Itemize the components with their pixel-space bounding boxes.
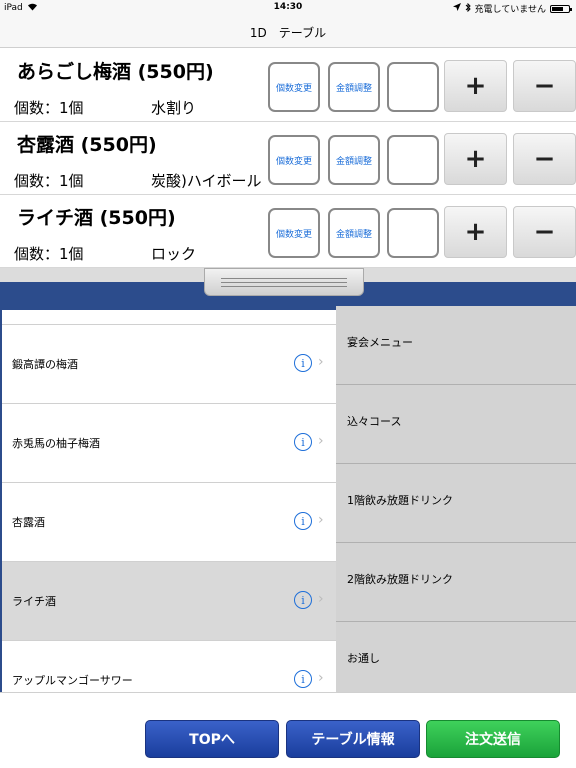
info-icon[interactable]: i	[294, 591, 312, 609]
page-title: 1D テーブル	[249, 26, 327, 40]
menu-panel: 鍛高譚の梅酒 i › 赤兎馬の柚子梅酒 i › 杏露酒 i › ライチ酒 i ›…	[0, 306, 576, 701]
handle-grip-line	[221, 282, 347, 283]
list-item[interactable]	[2, 310, 336, 325]
charging-status: 充電していません	[474, 5, 546, 15]
order-item-name: ライチ酒 (550円)	[17, 207, 176, 229]
adjust-price-button[interactable]: 金額調整	[328, 62, 380, 112]
top-button[interactable]: TOPへ	[145, 720, 279, 758]
list-item[interactable]: アップルマンゴーサワー i ›	[2, 641, 336, 692]
category-item[interactable]: 宴会メニュー	[336, 306, 576, 385]
info-icon[interactable]: i	[294, 433, 312, 451]
order-row: 杏露酒 (550円) 個数：1個 炭酸)ハイボール 個数変更 金額調整 + −	[0, 122, 576, 195]
plus-button[interactable]: +	[444, 133, 507, 185]
category-label: 宴会メニュー	[347, 336, 413, 349]
order-row: あらごし梅酒 (550円) 個数：1個 水割り 個数変更 金額調整 + −	[0, 49, 576, 122]
location-icon	[452, 3, 461, 14]
plus-button[interactable]: +	[444, 60, 507, 112]
battery-icon	[550, 4, 572, 13]
item-label: 杏露酒	[12, 516, 45, 529]
status-right: 充電していません	[452, 2, 572, 15]
blank-button[interactable]	[387, 208, 439, 258]
minus-button[interactable]: −	[513, 206, 576, 258]
handle-grip-line	[221, 278, 347, 279]
order-row: ライチ酒 (550円) 個数：1個 ロック 個数変更 金額調整 + −	[0, 195, 576, 268]
blank-button[interactable]	[387, 62, 439, 112]
send-order-button[interactable]: 注文送信	[426, 720, 560, 758]
plus-button[interactable]: +	[444, 206, 507, 258]
category-list[interactable]: 宴会メニュー 込々コース 1階飲み放題ドリンク 2階飲み放題ドリンク お通し	[336, 306, 576, 701]
bottom-toolbar: TOPへ テーブル情報 注文送信	[0, 692, 576, 768]
info-icon[interactable]: i	[294, 512, 312, 530]
chevron-right-icon: ›	[318, 591, 324, 607]
order-quantity: 個数：1個	[14, 245, 84, 263]
order-item-name: あらごし梅酒 (550円)	[17, 61, 214, 83]
category-item[interactable]: 込々コース	[336, 385, 576, 464]
order-serving-style: 水割り	[151, 99, 197, 117]
category-label: 込々コース	[347, 415, 402, 428]
list-item-selected[interactable]: ライチ酒 i ›	[2, 562, 336, 641]
chevron-right-icon: ›	[318, 354, 324, 370]
handle-grip-line	[221, 286, 347, 287]
table-info-button[interactable]: テーブル情報	[286, 720, 420, 758]
category-item[interactable]: お通し	[336, 622, 576, 701]
chevron-right-icon: ›	[318, 433, 324, 449]
adjust-price-button[interactable]: 金額調整	[328, 208, 380, 258]
category-label: 2階飲み放題ドリンク	[347, 573, 453, 586]
blank-button[interactable]	[387, 135, 439, 185]
change-quantity-button[interactable]: 個数変更	[268, 62, 320, 112]
order-quantity: 個数：1個	[14, 99, 84, 117]
minus-button[interactable]: −	[513, 133, 576, 185]
change-quantity-button[interactable]: 個数変更	[268, 135, 320, 185]
category-label: お通し	[347, 652, 380, 665]
category-label: 1階飲み放題ドリンク	[347, 494, 453, 507]
adjust-price-button[interactable]: 金額調整	[328, 135, 380, 185]
list-item[interactable]: 赤兎馬の柚子梅酒 i ›	[2, 404, 336, 483]
drink-item-list[interactable]: 鍛高譚の梅酒 i › 赤兎馬の柚子梅酒 i › 杏露酒 i › ライチ酒 i ›…	[2, 310, 336, 692]
nav-bar: 1D テーブル	[0, 16, 576, 48]
minus-button[interactable]: −	[513, 60, 576, 112]
drag-handle[interactable]	[204, 268, 364, 296]
info-icon[interactable]: i	[294, 354, 312, 372]
order-serving-style: 炭酸)ハイボール	[151, 172, 262, 190]
list-item[interactable]: 鍛高譚の梅酒 i ›	[2, 325, 336, 404]
change-quantity-button[interactable]: 個数変更	[268, 208, 320, 258]
info-icon[interactable]: i	[294, 670, 312, 688]
category-item[interactable]: 2階飲み放題ドリンク	[336, 543, 576, 622]
chevron-right-icon: ›	[318, 670, 324, 686]
item-label: アップルマンゴーサワー	[12, 674, 133, 687]
order-item-name: 杏露酒 (550円)	[17, 134, 157, 156]
bluetooth-icon	[465, 2, 471, 15]
list-item[interactable]: 杏露酒 i ›	[2, 483, 336, 562]
item-label: 赤兎馬の柚子梅酒	[12, 437, 100, 450]
order-list: あらごし梅酒 (550円) 個数：1個 水割り 個数変更 金額調整 + − 杏露…	[0, 49, 576, 268]
item-label: ライチ酒	[12, 595, 56, 608]
category-item[interactable]: 1階飲み放題ドリンク	[336, 464, 576, 543]
order-quantity: 個数：1個	[14, 172, 84, 190]
chevron-right-icon: ›	[318, 512, 324, 528]
app-screen: iPad 14:30 充電していません 1D テーブル あらごし梅酒 (550円…	[0, 0, 576, 768]
order-serving-style: ロック	[151, 245, 197, 263]
battery-fill	[552, 6, 564, 11]
status-bar: iPad 14:30 充電していません	[0, 0, 576, 16]
item-label: 鍛高譚の梅酒	[12, 358, 78, 371]
